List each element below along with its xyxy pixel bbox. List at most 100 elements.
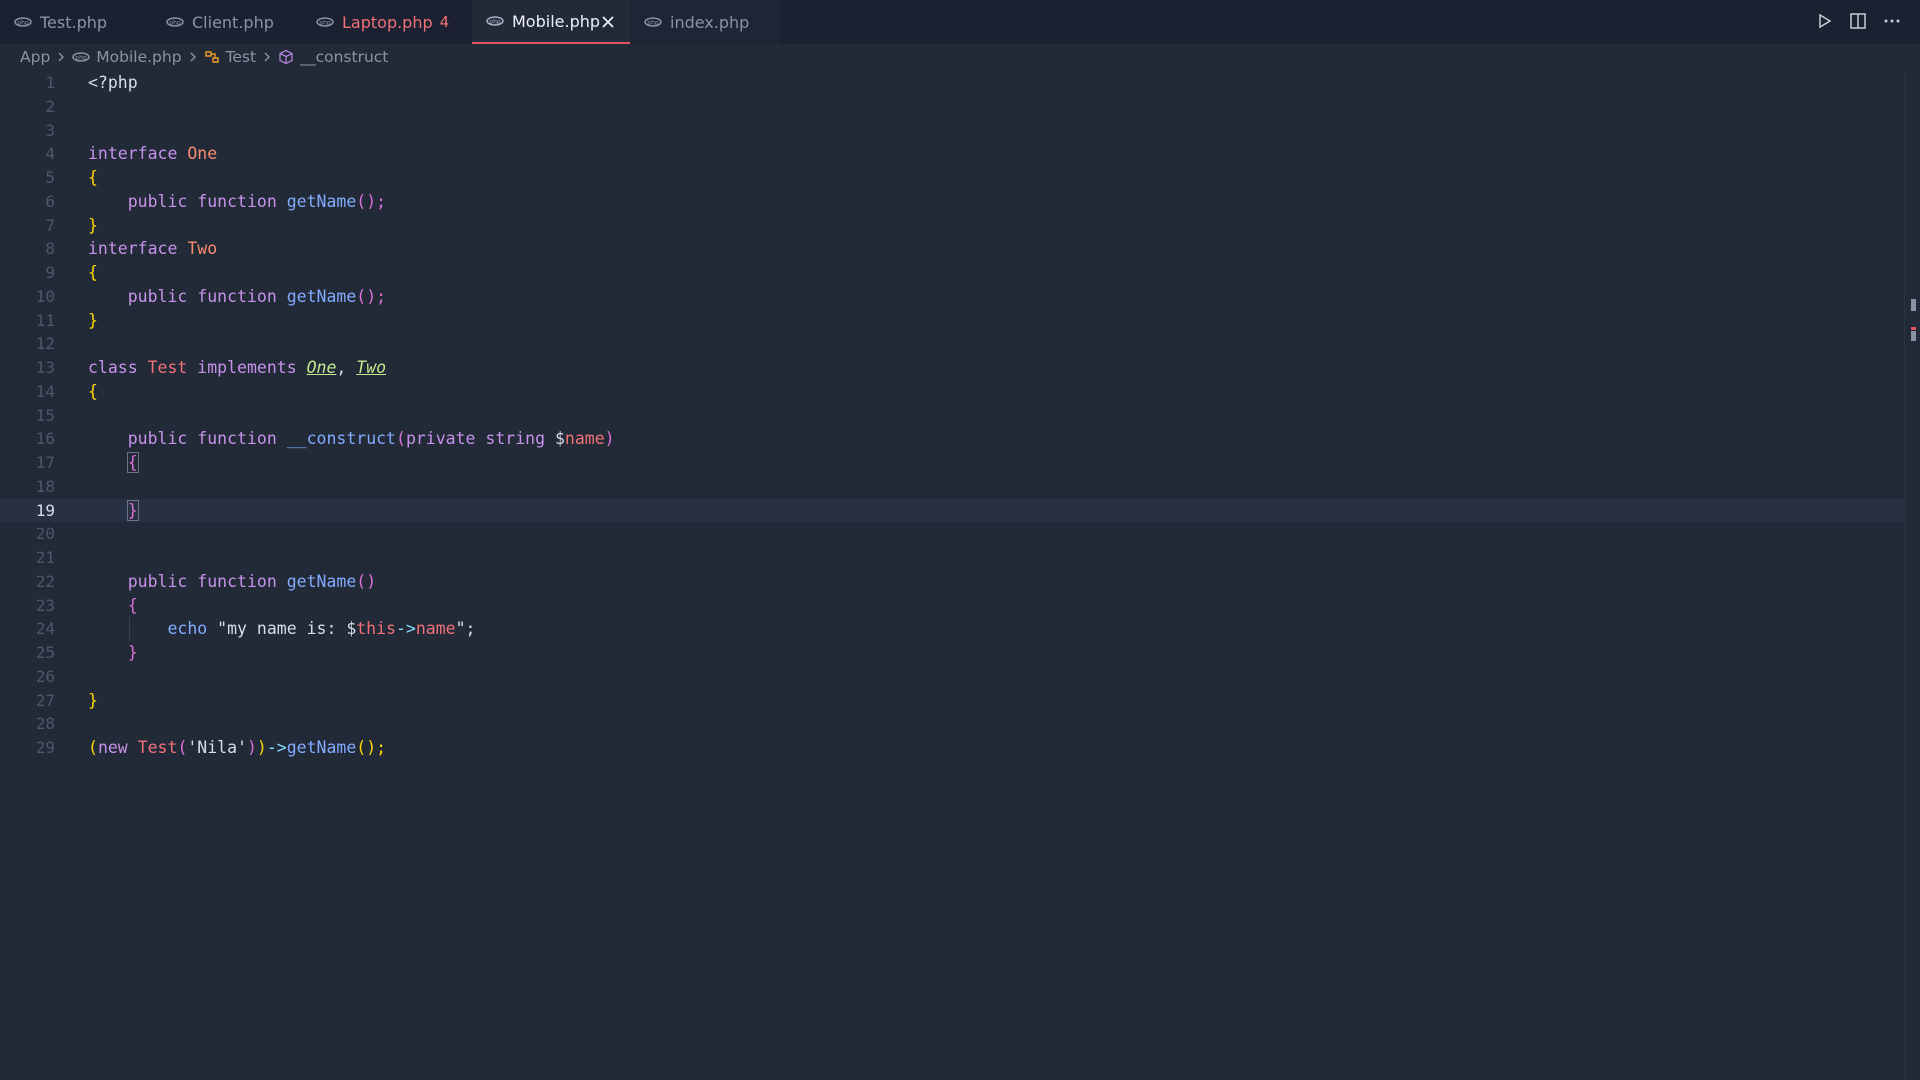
code-line: 13 class Test implements One, Two bbox=[0, 356, 1905, 380]
line-number: 24 bbox=[35, 619, 55, 639]
punctuation: (); bbox=[356, 738, 387, 757]
code-line: 14 { bbox=[0, 380, 1905, 404]
chevron-right-icon bbox=[264, 52, 271, 62]
code-line: 6 public function getName(); bbox=[0, 190, 1905, 214]
code-line: 26 bbox=[0, 665, 1905, 689]
php-file-icon: php bbox=[644, 17, 662, 27]
breadcrumb-item-file[interactable]: Mobile.php bbox=[96, 48, 181, 66]
brace: } bbox=[88, 215, 98, 235]
split-editor-icon[interactable] bbox=[1848, 11, 1868, 31]
chevron-right-icon bbox=[190, 52, 196, 62]
line-number: 26 bbox=[35, 666, 55, 686]
code-line: 15 bbox=[0, 404, 1905, 428]
code-line: 21 bbox=[0, 546, 1905, 570]
breadcrumb-item-app[interactable]: App bbox=[20, 48, 50, 66]
code-line: 3 bbox=[0, 119, 1905, 143]
tab-label: Laptop.php bbox=[342, 12, 433, 32]
line-number: 5 bbox=[45, 168, 55, 187]
keyword: function bbox=[197, 191, 277, 211]
line-number: 9 bbox=[45, 263, 55, 282]
line-number: 23 bbox=[35, 595, 55, 615]
line-number: 3 bbox=[45, 120, 55, 140]
class-name: Test bbox=[137, 738, 178, 757]
svg-text:php: php bbox=[489, 19, 501, 26]
keyword: public bbox=[127, 286, 188, 306]
tab-client-php[interactable]: php Client.php bbox=[152, 0, 302, 44]
brace: } bbox=[88, 310, 98, 330]
svg-text:php: php bbox=[169, 20, 181, 27]
punctuation: (); bbox=[356, 191, 387, 211]
line-number: 7 bbox=[45, 215, 55, 235]
matched-bracket: { bbox=[126, 452, 139, 473]
interface-name: One bbox=[187, 144, 218, 164]
line-number: 28 bbox=[35, 714, 55, 734]
variable: name bbox=[564, 429, 605, 449]
keyword: implements bbox=[197, 358, 297, 377]
problem-count-badge: 4 bbox=[439, 13, 450, 31]
arrow-operator: -> bbox=[266, 738, 287, 757]
code-line: 1 <?php bbox=[0, 71, 1905, 95]
keyword: class bbox=[88, 358, 138, 377]
code-line: 29 (new Test('Nila'))->getName(); bbox=[0, 736, 1905, 760]
variable-sigil: $ bbox=[554, 429, 565, 449]
run-icon[interactable] bbox=[1814, 11, 1834, 31]
tab-label: Mobile.php bbox=[512, 11, 601, 31]
php-file-icon: php bbox=[316, 17, 334, 27]
line-number: 15 bbox=[35, 405, 55, 425]
tab-laptop-php[interactable]: php Laptop.php 4 bbox=[302, 0, 472, 44]
close-icon[interactable] bbox=[598, 12, 618, 32]
arrow-operator: -> bbox=[396, 619, 416, 639]
code-line: 11} bbox=[0, 309, 1905, 333]
svg-text:php: php bbox=[17, 20, 29, 27]
breadcrumb-item-class[interactable]: Test bbox=[226, 48, 257, 66]
tab-label: Test.php bbox=[40, 12, 108, 32]
line-number: 17 bbox=[35, 453, 55, 472]
keyword: echo bbox=[167, 619, 208, 639]
keyword: private bbox=[405, 429, 476, 449]
keyword: function bbox=[197, 286, 277, 306]
keyword: public bbox=[127, 571, 188, 591]
vertical-scrollbar[interactable] bbox=[1904, 71, 1920, 1080]
keyword: function bbox=[197, 571, 277, 591]
svg-text:php: php bbox=[76, 55, 88, 62]
code-line: 25 } bbox=[0, 641, 1905, 665]
line-number: 29 bbox=[35, 738, 55, 757]
keyword: interface bbox=[88, 239, 178, 259]
php-file-icon: php bbox=[166, 17, 184, 27]
editor-tabs: php Test.php php Client.php php Laptop.p… bbox=[0, 0, 780, 44]
code-line: 27} bbox=[0, 689, 1905, 713]
tab-mobile-php[interactable]: php Mobile.php bbox=[472, 0, 630, 44]
code-editor[interactable]: 1 <?php 2 3 4 interface One 5{ 6 public fu… bbox=[0, 71, 1905, 1080]
brace: { bbox=[127, 595, 138, 615]
interface-reference: One bbox=[306, 358, 337, 377]
tab-test-php[interactable]: php Test.php bbox=[0, 0, 152, 44]
function-name: getName bbox=[286, 286, 357, 306]
string: 'Nila' bbox=[187, 738, 247, 757]
punctuation: (); bbox=[356, 286, 387, 306]
line-number: 14 bbox=[35, 381, 55, 401]
line-number: 22 bbox=[35, 571, 55, 591]
code-line: 8 interface Two bbox=[0, 237, 1905, 261]
line-number: 21 bbox=[35, 548, 55, 567]
interface-reference: Two bbox=[356, 358, 387, 377]
tab-index-php[interactable]: php index.php bbox=[630, 0, 780, 44]
line-number: 2 bbox=[45, 96, 55, 116]
keyword: function bbox=[197, 429, 277, 449]
method-symbol-icon bbox=[279, 49, 293, 65]
function-name: getName bbox=[286, 571, 357, 591]
variable: this bbox=[356, 619, 396, 639]
editor-actions bbox=[1814, 11, 1902, 31]
code-line: 22 public function getName() bbox=[0, 570, 1905, 594]
brace: { bbox=[88, 168, 98, 187]
code-line: 18 bbox=[0, 475, 1905, 499]
code-line: 28 bbox=[0, 712, 1905, 736]
code-line: 16 public function __construct(private s… bbox=[0, 427, 1905, 451]
more-actions-icon[interactable] bbox=[1882, 11, 1902, 31]
breadcrumb-item-method[interactable]: __construct bbox=[300, 48, 388, 66]
php-file-icon: php bbox=[14, 17, 32, 27]
code-line: 7} bbox=[0, 214, 1905, 238]
brace: { bbox=[88, 263, 98, 282]
php-file-icon: php bbox=[486, 16, 504, 26]
line-number: 11 bbox=[35, 310, 55, 330]
code-line: 9{ bbox=[0, 261, 1905, 285]
